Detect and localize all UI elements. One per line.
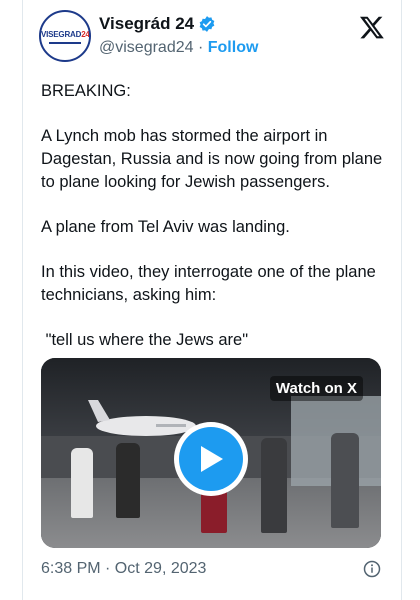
video-scene-plane — [88, 400, 196, 436]
tweet-paragraph: BREAKING: — [41, 82, 131, 100]
video-scene-person — [331, 433, 359, 528]
tweet-paragraph: A Lynch mob has stormed the airport in D… — [41, 127, 387, 191]
avatar-logo: VISEGRAD24 — [41, 30, 90, 39]
tweet-header: VISEGRAD24 Visegrád 24 @visegrad24 · Fol… — [39, 10, 385, 70]
video-scene-person — [71, 448, 93, 518]
tweet-paragraph: "tell us where the Jews are" — [41, 331, 249, 349]
avatar-logo-underline — [49, 42, 81, 44]
author-handle-row: @visegrad24 · Follow — [99, 39, 258, 57]
follow-button[interactable]: Follow — [208, 39, 259, 56]
tweet-card: VISEGRAD24 Visegrád 24 @visegrad24 · Fol… — [22, 0, 402, 600]
tweet-text: BREAKING: A Lynch mob has stormed the ai… — [41, 80, 387, 374]
author-name-row: Visegrád 24 — [99, 14, 216, 34]
tweet-paragraph: A plane from Tel Aviv was landing. — [41, 218, 290, 236]
info-icon[interactable] — [363, 560, 381, 578]
video-scene-person — [116, 443, 140, 518]
tweet-paragraph: In this video, they interrogate one of t… — [41, 263, 381, 304]
verified-badge-icon — [199, 16, 215, 32]
video-scene-person — [261, 438, 287, 533]
play-button[interactable] — [174, 422, 248, 496]
author-display-name[interactable]: Visegrád 24 — [99, 14, 194, 34]
video-thumbnail[interactable]: Watch on X — [41, 358, 381, 548]
play-button-inner — [179, 427, 243, 491]
author-handle[interactable]: @visegrad24 — [99, 39, 194, 56]
play-icon — [201, 446, 223, 472]
tweet-timestamp[interactable]: 6:38 PM · Oct 29, 2023 — [41, 560, 206, 578]
avatar[interactable]: VISEGRAD24 — [39, 10, 91, 62]
separator-dot: · — [197, 39, 204, 56]
watch-on-x-label[interactable]: Watch on X — [269, 376, 363, 401]
x-logo-icon[interactable] — [359, 14, 385, 40]
